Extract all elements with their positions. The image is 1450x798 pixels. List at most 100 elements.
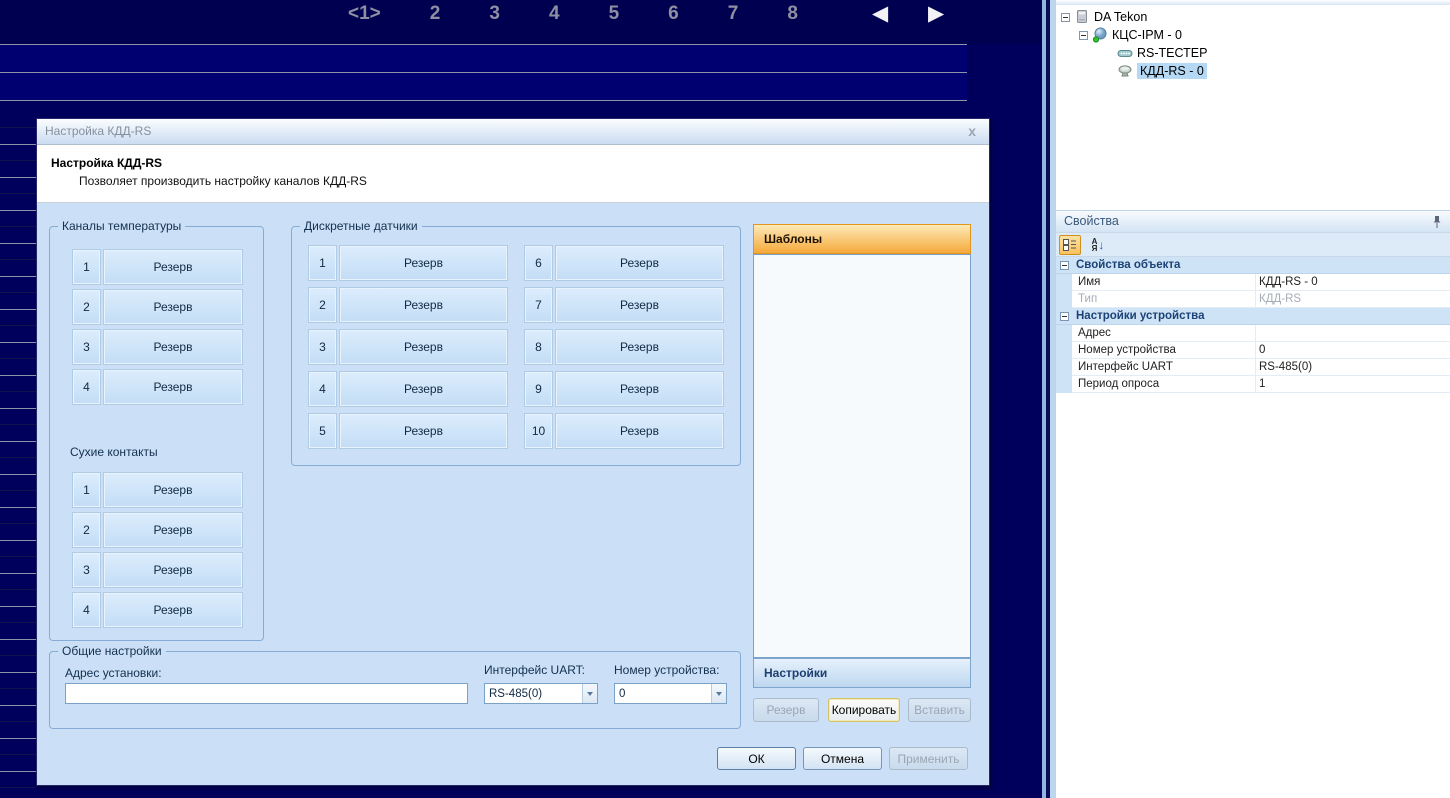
page-number[interactable]: 5 xyxy=(609,3,620,25)
uart-combobox[interactable]: RS-485(0) xyxy=(484,683,598,704)
tree-item-label: КЦС-IPM - 0 xyxy=(1112,28,1182,42)
discrete-channel-button[interactable]: Резерв xyxy=(339,413,508,449)
property-category[interactable]: Настройки устройства xyxy=(1056,308,1450,325)
grid-line xyxy=(0,72,967,73)
channel-number: 4 xyxy=(308,371,337,407)
panel-top-edge xyxy=(1056,0,1450,5)
discrete-channel-row: 3 Резерв xyxy=(308,329,508,365)
property-row[interactable]: Имя КДД-RS - 0 xyxy=(1056,274,1450,291)
alphabetical-sort-icon[interactable]: АЯ ↓ xyxy=(1086,235,1110,255)
discrete-channel-button[interactable]: Резерв xyxy=(555,413,724,449)
channel-number: 9 xyxy=(524,371,553,407)
discrete-channel-button[interactable]: Резерв xyxy=(339,287,508,323)
paste-button[interactable]: Вставить xyxy=(908,698,971,722)
cancel-button[interactable]: Отмена xyxy=(803,747,882,770)
dialog-header-subtitle: Позволяет производить настройку каналов … xyxy=(79,174,367,188)
page-number[interactable]: 4 xyxy=(549,3,560,25)
column-divider xyxy=(1255,376,1256,393)
general-settings-group: Общие настройки Адрес установки: Интерфе… xyxy=(49,651,741,729)
channel-number: 2 xyxy=(308,287,337,323)
discrete-channel-button[interactable]: Резерв xyxy=(339,329,508,365)
temp-channel-button[interactable]: Резерв xyxy=(103,329,243,365)
temp-channel-button[interactable]: Резерв xyxy=(103,249,243,285)
dry-contact-row: 1 Резерв xyxy=(72,472,243,508)
tree-item-kcs-ipm[interactable]: КЦС-IPM - 0 xyxy=(1079,26,1182,44)
tree-item-label-selected: КДД-RS - 0 xyxy=(1137,63,1207,79)
background-grid-rows xyxy=(0,112,36,798)
page-number[interactable]: 3 xyxy=(489,3,500,25)
property-row[interactable]: Номер устройства 0 xyxy=(1056,342,1450,359)
ok-button[interactable]: ОК xyxy=(717,747,796,770)
reserve-button[interactable]: Резерв xyxy=(753,698,819,722)
pagination: <1> 2 3 4 5 6 7 8 xyxy=(348,0,798,27)
temp-channel-button[interactable]: Резерв xyxy=(103,289,243,325)
page-number-current[interactable]: <1> xyxy=(348,3,381,25)
collapse-icon[interactable] xyxy=(1079,31,1088,40)
property-row[interactable]: Интерфейс UART RS-485(0) xyxy=(1056,359,1450,376)
discrete-channel-button[interactable]: Резерв xyxy=(555,245,724,281)
discrete-channel-button[interactable]: Резерв xyxy=(339,371,508,407)
dish-device-icon xyxy=(1117,63,1133,79)
page-number[interactable]: 8 xyxy=(787,3,798,25)
channel-number: 10 xyxy=(524,413,553,449)
settings-bar[interactable]: Настройки xyxy=(753,658,971,688)
temp-channel-button[interactable]: Резерв xyxy=(103,369,243,405)
dialog-header-title: Настройка КДД-RS xyxy=(51,156,162,170)
page-number[interactable]: 2 xyxy=(430,3,441,25)
channel-number: 6 xyxy=(524,245,553,281)
dialog-title: Настройка КДД-RS xyxy=(45,124,151,138)
screen: <1> 2 3 4 5 6 7 8 ◀ ▶ Настройка КДД-RS x… xyxy=(0,0,1450,798)
indent-strip xyxy=(1056,274,1072,291)
discrete-channel-button[interactable]: Резерв xyxy=(555,371,724,407)
dry-contact-row: 3 Резерв xyxy=(72,552,243,588)
discrete-channel-row: 9 Резерв xyxy=(524,371,724,407)
dry-contact-button[interactable]: Резерв xyxy=(103,512,243,548)
temperature-group-label: Каналы температуры xyxy=(58,219,185,233)
page-number[interactable]: 6 xyxy=(668,3,679,25)
property-row[interactable]: Адрес xyxy=(1056,325,1450,342)
dropdown-arrow-icon[interactable] xyxy=(711,684,726,703)
discrete-channel-button[interactable]: Резерв xyxy=(339,245,508,281)
page-number[interactable]: 7 xyxy=(728,3,739,25)
dry-contact-button[interactable]: Резерв xyxy=(103,592,243,628)
discrete-sensors-group: Дискретные датчики 1 Резерв 2 Резерв 3 Р… xyxy=(291,226,741,466)
tree-item-rs-tester[interactable]: RS-ТЕСТЕР xyxy=(1113,44,1207,62)
prev-page-icon[interactable]: ◀ xyxy=(872,1,888,26)
channel-number: 7 xyxy=(524,287,553,323)
property-category[interactable]: Свойства объекта xyxy=(1056,257,1450,274)
discrete-channel-button[interactable]: Резерв xyxy=(555,329,724,365)
dropdown-arrow-icon[interactable] xyxy=(582,684,597,703)
grid-line xyxy=(0,44,967,45)
copy-button[interactable]: Копировать xyxy=(828,698,900,722)
close-icon[interactable]: x xyxy=(968,123,976,139)
device-number-label: Номер устройства: xyxy=(614,663,719,677)
discrete-channel-button[interactable]: Резерв xyxy=(555,287,724,323)
channel-number: 1 xyxy=(308,245,337,281)
address-label: Адрес установки: xyxy=(65,666,162,680)
templates-list[interactable] xyxy=(753,254,971,658)
discrete-channel-row: 7 Резерв xyxy=(524,287,724,323)
collapse-icon[interactable] xyxy=(1061,13,1070,22)
column-divider xyxy=(1255,325,1256,342)
next-page-icon[interactable]: ▶ xyxy=(928,1,944,26)
dialog-titlebar[interactable]: Настройка КДД-RS x xyxy=(37,119,989,145)
device-number-combobox[interactable]: 0 xyxy=(614,683,727,704)
server-box-icon xyxy=(1074,9,1090,25)
tree-item-kdd-rs[interactable]: КДД-RS - 0 xyxy=(1113,62,1207,80)
kdd-rs-settings-dialog: Настройка КДД-RS x Настройка КДД-RS Позв… xyxy=(36,118,990,786)
dry-contact-button[interactable]: Резерв xyxy=(103,552,243,588)
apply-button[interactable]: Применить xyxy=(889,747,968,770)
dry-contact-button[interactable]: Резерв xyxy=(103,472,243,508)
collapse-icon[interactable] xyxy=(1060,261,1069,270)
address-input[interactable] xyxy=(65,683,468,704)
property-row[interactable]: Период опроса 1 xyxy=(1056,376,1450,393)
discrete-channel-row: 10 Резерв xyxy=(524,413,724,449)
column-divider xyxy=(1255,291,1256,308)
temp-channel-row: 4 Резерв xyxy=(72,369,243,405)
tree-item-da-tekon[interactable]: DA Tekon xyxy=(1061,8,1147,26)
categorized-view-icon[interactable] xyxy=(1059,235,1081,255)
collapse-icon[interactable] xyxy=(1060,312,1069,321)
dry-contacts-label: Сухие контакты xyxy=(70,445,158,459)
discrete-channel-row: 1 Резерв xyxy=(308,245,508,281)
channel-number: 3 xyxy=(72,329,101,365)
